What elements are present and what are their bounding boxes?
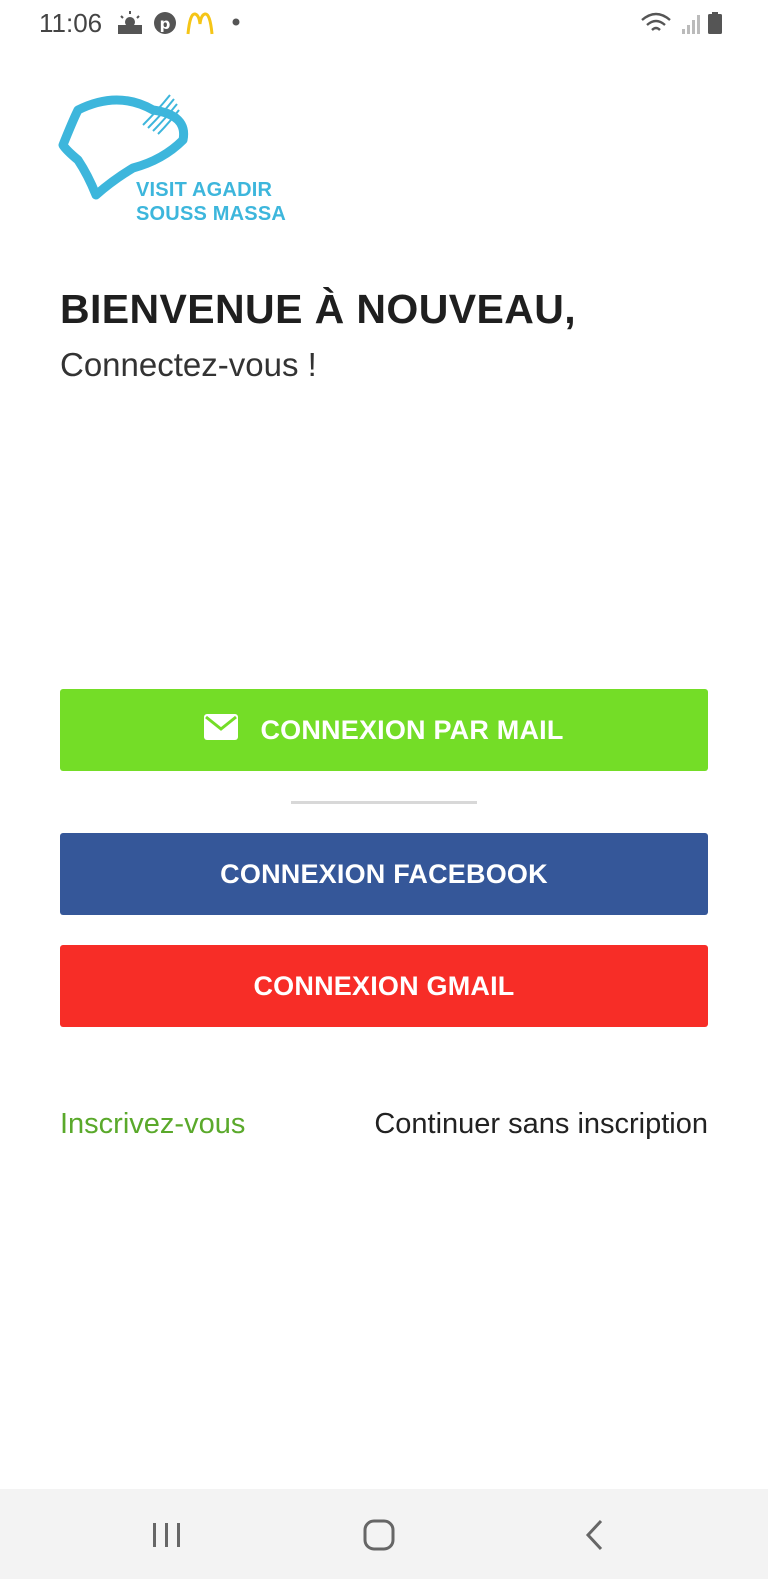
back-icon[interactable] — [575, 1513, 619, 1557]
facebook-login-label: CONNEXION FACEBOOK — [220, 858, 548, 889]
recents-icon[interactable] — [145, 1513, 189, 1557]
status-bar: 11:06 p — [0, 0, 768, 48]
weather-sunrise-icon — [118, 11, 142, 34]
logo-text: VISIT AGADIR SOUSS MASSA — [136, 178, 286, 226]
status-icons-right — [641, 12, 722, 34]
mail-login-label: CONNEXION PAR MAIL — [260, 714, 564, 745]
gmail-login-label: CONNEXION GMAIL — [253, 970, 515, 1001]
logo-line2: SOUSS MASSA — [136, 203, 287, 225]
mail-login-button[interactable]: CONNEXION PAR MAIL — [60, 689, 708, 771]
logo-line1: VISIT AGADIR — [136, 179, 273, 201]
system-nav-bar — [0, 1489, 768, 1579]
welcome-title: BIENVENUE À NOUVEAU, — [60, 286, 577, 332]
divider — [291, 801, 477, 804]
welcome-subtitle: Connectez-vous ! — [60, 346, 317, 383]
wifi-icon — [641, 12, 671, 31]
signup-link[interactable]: Inscrivez-vous — [60, 1108, 245, 1141]
status-time: 11:06 — [39, 8, 103, 38]
svg-text:p: p — [160, 15, 171, 33]
gmail-login-button[interactable]: CONNEXION GMAIL — [60, 945, 708, 1027]
signal-icon — [682, 15, 700, 34]
continue-without-signup-link[interactable]: Continuer sans inscription — [374, 1108, 708, 1141]
status-icons-left: p — [118, 11, 240, 35]
pinterest-icon: p — [154, 12, 176, 34]
visit-agadir-logo: VISIT AGADIR SOUSS MASSA — [58, 90, 318, 230]
mcdonalds-icon — [186, 12, 214, 35]
mail-icon — [204, 714, 239, 740]
facebook-login-button[interactable]: CONNEXION FACEBOOK — [60, 833, 708, 915]
home-icon[interactable] — [358, 1513, 402, 1557]
battery-icon — [708, 12, 722, 34]
notification-dot-icon — [232, 18, 240, 26]
